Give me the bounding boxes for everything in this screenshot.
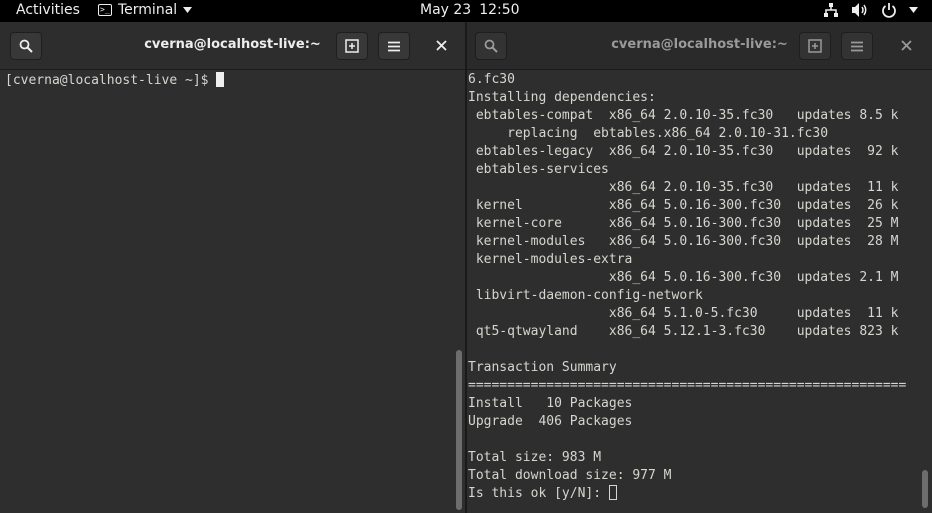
output-line: 6.fc30 — [468, 72, 515, 87]
output-line: kernel x86_64 5.0.16-300.fc30 updates 26… — [468, 198, 899, 213]
text-cursor — [608, 485, 617, 500]
output-line: ebtables-services — [468, 162, 609, 177]
terminal-pane-left[interactable]: cverna@localhost-live:~ [cverna@localhos… — [0, 22, 465, 513]
output-lines: 6.fc30 Installing dependencies: ebtables-… — [468, 71, 906, 503]
new-tab-icon — [808, 39, 822, 53]
search-icon — [484, 39, 498, 53]
terminal-pane-right[interactable]: cverna@localhost-live:~ 6.fc30 Installing… — [467, 22, 932, 513]
power-icon — [882, 3, 896, 18]
system-tray[interactable] — [823, 2, 918, 18]
output-line: qt5-qtwayland x86_64 5.12.1-3.fc30 updat… — [468, 324, 899, 339]
output-line: kernel-core x86_64 5.0.16-300.fc30 updat… — [468, 216, 899, 231]
scrollbar[interactable] — [922, 470, 928, 508]
search-button[interactable] — [10, 32, 42, 60]
output-line: kernel-modules x86_64 5.0.16-300.fc30 up… — [468, 234, 899, 249]
terminal-output[interactable]: 6.fc30 Installing dependencies: ebtables-… — [467, 70, 932, 513]
confirm-prompt: Is this ok [y/N]: — [468, 485, 906, 503]
output-line: ========================================… — [468, 378, 907, 393]
output-line: Upgrade 406 Packages — [468, 414, 633, 429]
output-line: Installing dependencies: — [468, 90, 656, 105]
search-button[interactable] — [475, 32, 507, 60]
volume-icon — [852, 3, 867, 17]
output-line: x86_64 2.0.10-35.fc30 updates 11 k — [468, 180, 899, 195]
output-line: ebtables-legacy x86_64 2.0.10-35.fc30 up… — [468, 144, 899, 159]
output-line: replacing ebtables.x86_64 2.0.10-31.fc30 — [468, 126, 829, 141]
header-bar: cverna@localhost-live:~ — [0, 22, 465, 70]
search-icon — [19, 39, 33, 53]
output-line: kernel-modules-extra — [468, 252, 633, 267]
output-line: ebtables-compat x86_64 2.0.10-35.fc30 up… — [468, 108, 899, 123]
menu-button[interactable] — [841, 32, 873, 60]
output-line: libvirt-daemon-config-network — [468, 288, 703, 303]
new-tab-icon — [345, 39, 359, 53]
clock[interactable]: May 23 12:50 — [420, 2, 520, 18]
text-cursor — [216, 72, 225, 87]
output-line: x86_64 5.1.0-5.fc30 updates 11 k — [468, 306, 899, 321]
app-menu[interactable]: >_ Terminal — [98, 2, 193, 18]
output-line: Install 10 Packages — [468, 396, 633, 411]
hamburger-menu-icon — [851, 41, 863, 51]
new-tab-button[interactable] — [336, 32, 368, 60]
close-icon — [436, 40, 447, 51]
terminal-app-icon: >_ — [98, 4, 112, 16]
chevron-down-icon — [909, 7, 918, 13]
network-icon — [824, 3, 838, 17]
output-line: Total download size: 977 M — [468, 468, 672, 483]
menu-button[interactable] — [378, 32, 410, 60]
prompt-text: [cverna@localhost-live ~]$ — [5, 73, 217, 88]
scrollbar[interactable] — [456, 350, 462, 510]
new-tab-button[interactable] — [799, 32, 831, 60]
top-bar: Activities >_ Terminal May 23 12:50 — [0, 0, 932, 22]
terminal-output[interactable]: [cverna@localhost-live ~]$ — [0, 70, 465, 513]
hamburger-menu-icon — [388, 41, 400, 51]
header-bar: cverna@localhost-live:~ — [467, 22, 932, 70]
activities-button[interactable]: Activities — [16, 2, 80, 18]
clock-time: 12:50 — [479, 2, 520, 18]
chevron-down-icon — [183, 7, 193, 13]
shell-prompt: [cverna@localhost-live ~]$ — [5, 72, 225, 90]
output-line: x86_64 5.0.16-300.fc30 updates 2.1 M — [468, 270, 899, 285]
app-menu-label: Terminal — [118, 2, 178, 18]
close-button[interactable] — [901, 36, 912, 55]
confirm-prompt-text: Is this ok [y/N]: — [468, 486, 609, 501]
close-icon — [901, 40, 912, 51]
clock-date: May 23 — [420, 2, 472, 18]
output-line: Total size: 983 M — [468, 450, 602, 465]
close-button[interactable] — [436, 36, 447, 55]
output-line: Transaction Summary — [468, 360, 617, 375]
